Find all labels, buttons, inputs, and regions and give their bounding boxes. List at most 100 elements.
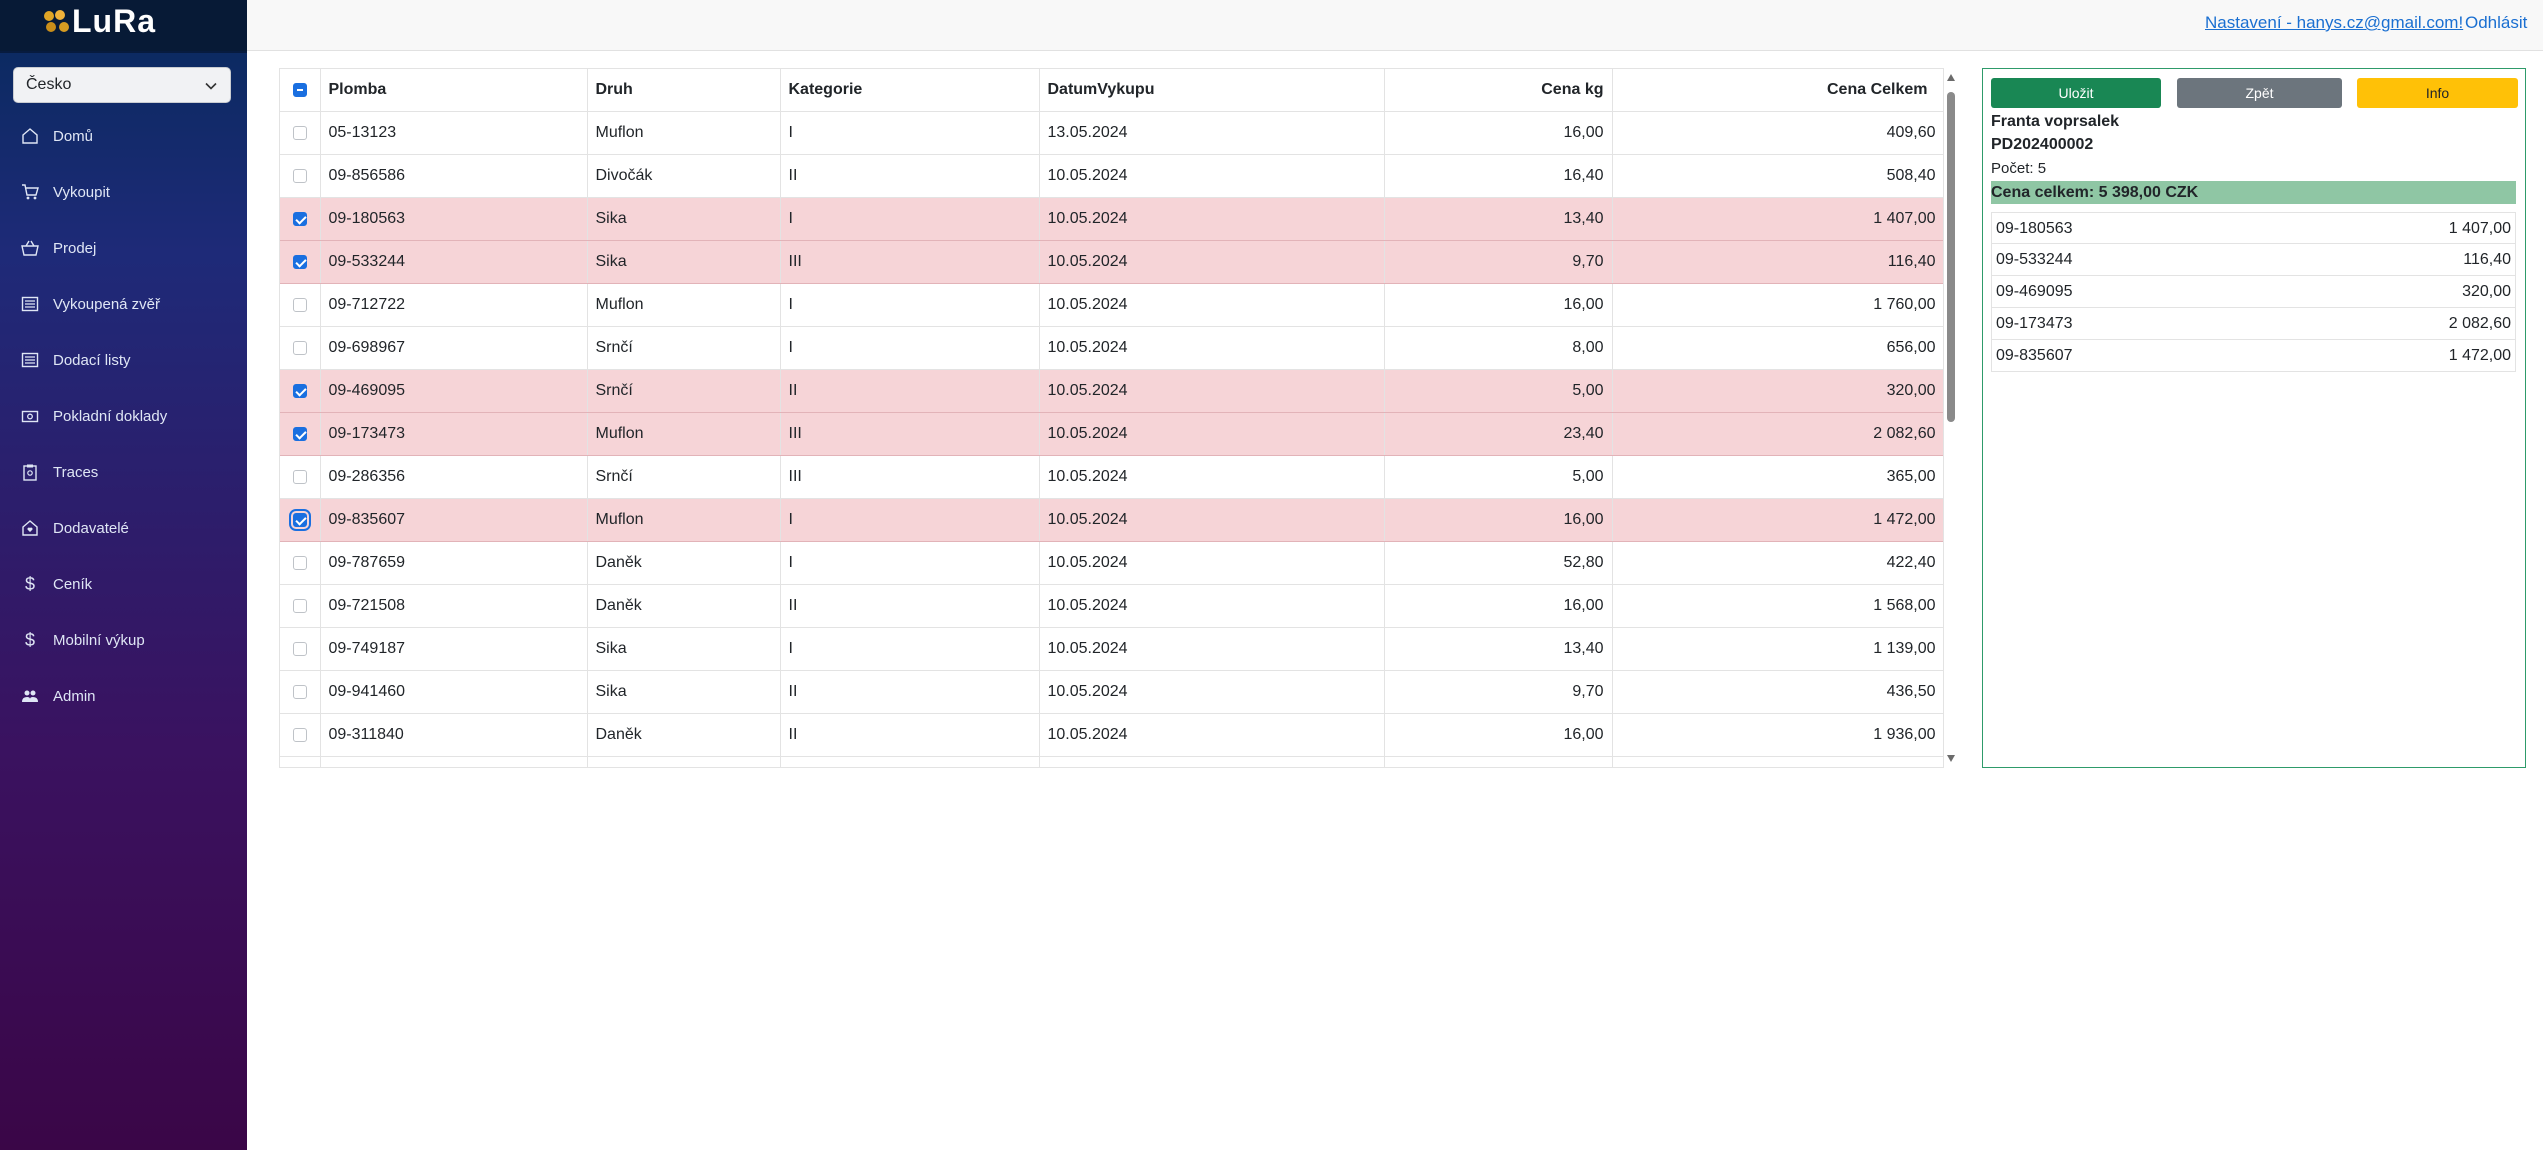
row-checkbox[interactable] (292, 641, 307, 656)
row-select-cell (280, 369, 321, 413)
cell-cena-celkem: 1 472,00 (1612, 498, 1943, 542)
sidebar-item-dodavatele[interactable]: Dodavatelé (0, 508, 247, 548)
cell-cena-kg: 16,00 (1384, 713, 1613, 757)
table-row[interactable]: 09-856586 Divočák II 10.05.2024 16,40 508,40 (280, 154, 1943, 198)
sidebar-item-mobilni-vykup[interactable]: $ Mobilní výkup (0, 620, 247, 660)
sidebar-item-vykoupit[interactable]: Vykoupit (0, 172, 247, 212)
row-checkbox[interactable] (292, 297, 307, 312)
sidebar-item-label: Prodej (53, 239, 97, 257)
settings-link[interactable]: Nastavení - hanys.cz@gmail.com! (2205, 13, 2463, 33)
table-row[interactable]: 09-698967 Srnčí I 10.05.2024 8,00 656,00 (280, 326, 1943, 370)
cell-cena-celkem: 365,00 (1612, 455, 1943, 499)
list-item-plomba: 09-533244 (1996, 251, 2073, 268)
table-scrollbar[interactable] (1944, 68, 1958, 768)
table-row[interactable]: 09-712722 Muflon I 10.05.2024 16,00 1 760,00 (280, 283, 1943, 327)
cell-kategorie: I (780, 541, 1040, 585)
list-icon (20, 294, 40, 314)
row-select-cell (280, 240, 321, 284)
cell-cena-celkem: 409,60 (1612, 111, 1943, 155)
sidebar-item-cenik[interactable]: $ Ceník (0, 564, 247, 604)
column-header-kategorie[interactable]: Kategorie (780, 69, 1040, 112)
column-header-cena-kg[interactable]: Cena kg (1384, 69, 1613, 112)
table-row[interactable]: 09-286356 Srnčí III 10.05.2024 5,00 365,00 (280, 455, 1943, 499)
sidebar-item-label: Ceník (53, 575, 93, 593)
sidebar-item-label: Dodací listy (53, 351, 131, 369)
column-header-datum[interactable]: DatumVykupu (1039, 69, 1385, 112)
scrollbar-thumb[interactable] (1947, 92, 1955, 422)
info-button[interactable]: Info (2357, 78, 2518, 108)
cell-kategorie: I (780, 197, 1040, 241)
country-select[interactable]: Česko (13, 67, 231, 103)
row-checkbox[interactable] (292, 168, 307, 183)
table-row[interactable]: 09-749187 Sika I 10.05.2024 13,40 1 139,00 (280, 627, 1943, 671)
sidebar: LuRa Česko Domů Vykoupit Prodej Vykoupen… (0, 0, 247, 1150)
row-checkbox[interactable] (292, 727, 307, 742)
cell-plomba: 09-941460 (320, 670, 588, 714)
sidebar-item-prodej[interactable]: Prodej (0, 228, 247, 268)
row-checkbox[interactable] (288, 508, 311, 531)
list-item-cena: 1 472,00 (2448, 347, 2511, 364)
row-checkbox[interactable] (292, 598, 307, 613)
back-button[interactable]: Zpět (2177, 78, 2342, 108)
cell-cena-kg: 16,00 (1384, 111, 1613, 155)
list-item: 09-173473 2 082,60 (1991, 308, 2516, 340)
cell-kategorie: II (780, 670, 1040, 714)
scroll-down-arrow-icon[interactable] (1947, 755, 1955, 762)
row-checkbox[interactable] (292, 383, 307, 398)
cell-druh: Sika (587, 240, 781, 284)
sidebar-item-dodaci-listy[interactable]: Dodací listy (0, 340, 247, 380)
selected-count: Počet: 5 (1991, 160, 2047, 177)
table-row[interactable]: 09-533244 Sika III 10.05.2024 9,70 116,40 (280, 240, 1943, 284)
row-checkbox[interactable] (292, 555, 307, 570)
save-button[interactable]: Uložit (1991, 78, 2161, 108)
cell-cena-celkem: 320,00 (1612, 369, 1943, 413)
table-row[interactable]: 09-311840 Daněk II 10.05.2024 16,00 1 936,00 (280, 713, 1943, 757)
cell-cena-celkem: 1 139,00 (1612, 627, 1943, 671)
row-checkbox[interactable] (292, 469, 307, 484)
table-row[interactable]: 09-173473 Muflon III 10.05.2024 23,40 2 082,6… (280, 412, 1943, 456)
list-item-plomba: 09-469095 (1996, 283, 2073, 300)
row-checkbox[interactable] (292, 254, 307, 269)
cell-datum-vykupu: 10.05.2024 (1039, 240, 1385, 284)
table-row[interactable]: 09-721508 Daněk II 10.05.2024 16,00 1 568,00 (280, 584, 1943, 628)
cell-kategorie: I (780, 627, 1040, 671)
sidebar-item-pokladni-doklady[interactable]: Pokladní doklady (0, 396, 247, 436)
row-checkbox[interactable] (292, 211, 307, 226)
dollar-icon: $ (24, 573, 35, 594)
table-row-partial (280, 756, 1943, 767)
cell-kategorie: II (780, 369, 1040, 413)
table-row[interactable]: 05-13123 Muflon I 13.05.2024 16,00 409,60 (280, 111, 1943, 155)
cell-datum-vykupu: 10.05.2024 (1039, 369, 1385, 413)
sidebar-item-label: Admin (53, 687, 96, 705)
row-checkbox[interactable] (292, 426, 307, 441)
table-row[interactable]: 09-787659 Daněk I 10.05.2024 52,80 422,40 (280, 541, 1943, 585)
table-row[interactable]: 09-469095 Srnčí II 10.05.2024 5,00 320,00 (280, 369, 1943, 413)
table-row[interactable]: 09-941460 Sika II 10.05.2024 9,70 436,50 (280, 670, 1943, 714)
cell-plomba: 09-856586 (320, 154, 588, 198)
column-header-cena-celkem[interactable]: Cena Celkem (1612, 69, 1943, 112)
table-row[interactable]: 09-180563 Sika I 10.05.2024 13,40 1 407,00 (280, 197, 1943, 241)
sidebar-item-traces[interactable]: Traces (0, 452, 247, 492)
column-header-druh[interactable]: Druh (587, 69, 781, 112)
empty-cell (587, 756, 781, 767)
cell-datum-vykupu: 10.05.2024 (1039, 412, 1385, 456)
logout-link[interactable]: Odhlásit (2465, 13, 2527, 33)
cell-druh: Daněk (587, 541, 781, 585)
select-all-checkbox[interactable] (292, 82, 307, 97)
row-checkbox[interactable] (292, 684, 307, 699)
sidebar-item-vykoupena-zver[interactable]: Vykoupená zvěř (0, 284, 247, 324)
column-header-plomba[interactable]: Plomba (320, 69, 588, 112)
row-checkbox[interactable] (292, 125, 307, 140)
empty-cell (1612, 756, 1943, 767)
row-checkbox[interactable] (292, 340, 307, 355)
brand-bar: LuRa (0, 0, 247, 51)
sidebar-item-admin[interactable]: Admin (0, 676, 247, 716)
cell-cena-kg: 9,70 (1384, 240, 1613, 284)
sidebar-item-label: Pokladní doklady (53, 407, 168, 425)
cell-cena-celkem: 656,00 (1612, 326, 1943, 370)
table-row[interactable]: 09-835607 Muflon I 10.05.2024 16,00 1 472,00 (280, 498, 1943, 542)
cell-cena-kg: 9,70 (1384, 670, 1613, 714)
home-icon (20, 126, 40, 146)
scroll-up-arrow-icon[interactable] (1947, 74, 1955, 81)
sidebar-item-domu[interactable]: Domů (0, 116, 247, 156)
